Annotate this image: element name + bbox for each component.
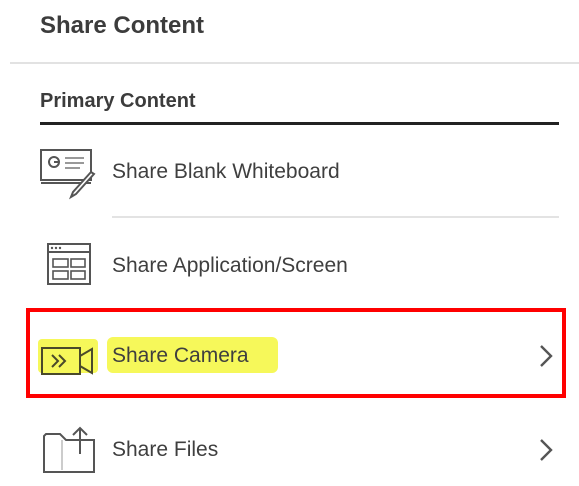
highlight-box <box>26 308 566 398</box>
menu-item-share-files[interactable]: Share Files <box>0 414 579 486</box>
menu-item-share-application-screen[interactable]: Share Application/Screen <box>0 230 579 302</box>
files-folder-icon <box>36 420 100 480</box>
row-divider <box>112 216 559 218</box>
menu-item-label: Share Blank Whiteboard <box>112 160 340 183</box>
panel-title: Share Content <box>40 12 205 39</box>
menu-item-share-blank-whiteboard[interactable]: Share Blank Whiteboard <box>0 136 579 208</box>
title-divider <box>10 62 579 64</box>
section-rule <box>40 122 559 125</box>
chevron-right-icon <box>536 436 556 464</box>
whiteboard-icon <box>36 142 100 202</box>
menu-item-label: Share Application/Screen <box>112 254 348 277</box>
application-screen-icon <box>36 236 100 296</box>
section-label: Primary Content <box>40 90 196 112</box>
menu-item-label: Share Files <box>112 438 219 461</box>
